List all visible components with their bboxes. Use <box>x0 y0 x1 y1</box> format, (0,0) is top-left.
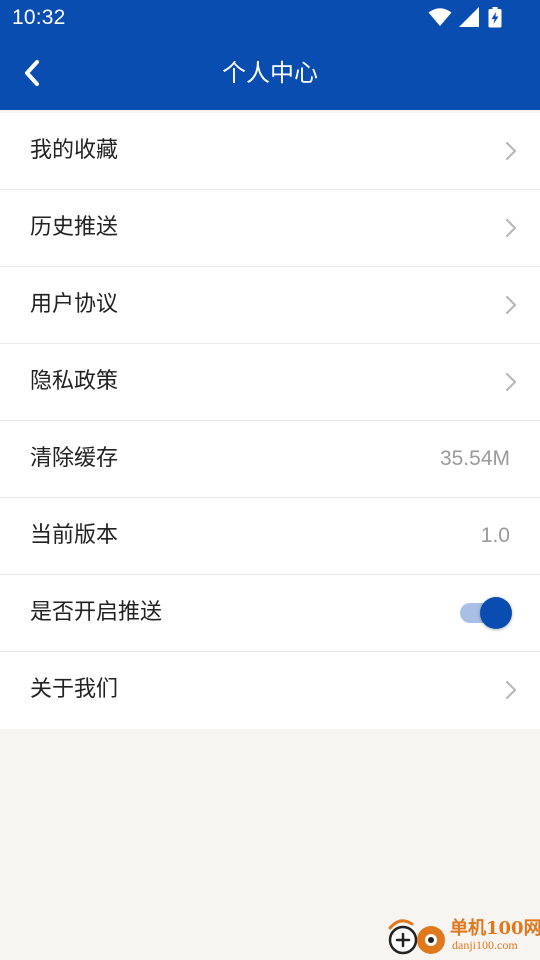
chevron-right-icon <box>505 218 517 238</box>
toggle-thumb <box>480 597 512 629</box>
menu-item-clear-cache[interactable]: 清除缓存 35.54M <box>0 421 540 498</box>
menu-item-label: 历史推送 <box>30 215 119 240</box>
status-time: 10:32 <box>12 6 66 29</box>
signal-icon <box>459 7 479 27</box>
menu-item-label: 是否开启推送 <box>30 600 163 625</box>
menu-item-label: 清除缓存 <box>30 446 119 471</box>
cache-size-value: 35.54M <box>439 447 510 470</box>
watermark-site: danji100.com <box>452 938 518 952</box>
settings-menu: 我的收藏 历史推送 用户协议 隐私政策 清除缓存 35.54M 当前版本 1.0… <box>0 113 540 729</box>
watermark-brand: 单机100网 <box>450 918 540 939</box>
menu-item-label: 当前版本 <box>30 523 119 548</box>
watermark-logo-icon <box>388 919 445 955</box>
chevron-right-icon <box>505 295 517 315</box>
menu-item-label: 关于我们 <box>30 677 119 702</box>
app-header: 10:32 个人中心 <box>0 0 540 110</box>
status-bar: 10:32 <box>0 0 540 36</box>
push-notification-toggle[interactable] <box>458 597 512 629</box>
menu-item-label: 我的收藏 <box>30 138 119 163</box>
menu-item-push-history[interactable]: 历史推送 <box>0 190 540 267</box>
chevron-right-icon <box>505 372 517 392</box>
chevron-right-icon <box>505 141 517 161</box>
chevron-right-icon <box>505 680 517 700</box>
version-value: 1.0 <box>480 524 510 547</box>
menu-item-user-agreement[interactable]: 用户协议 <box>0 267 540 344</box>
battery-charging-icon <box>488 7 502 28</box>
site-watermark: 单机100网 danji100.com <box>386 912 540 958</box>
menu-item-favorites[interactable]: 我的收藏 <box>0 113 540 190</box>
menu-item-label: 用户协议 <box>30 292 119 317</box>
menu-item-privacy-policy[interactable]: 隐私政策 <box>0 344 540 421</box>
back-button[interactable] <box>12 52 52 94</box>
app-bar: 个人中心 <box>0 36 540 110</box>
menu-item-label: 隐私政策 <box>30 369 119 394</box>
page-title: 个人中心 <box>222 59 318 87</box>
menu-item-push-toggle: 是否开启推送 <box>0 575 540 652</box>
wifi-icon <box>428 8 452 26</box>
menu-item-current-version: 当前版本 1.0 <box>0 498 540 575</box>
chevron-left-icon <box>25 60 39 86</box>
menu-item-about-us[interactable]: 关于我们 <box>0 652 540 729</box>
